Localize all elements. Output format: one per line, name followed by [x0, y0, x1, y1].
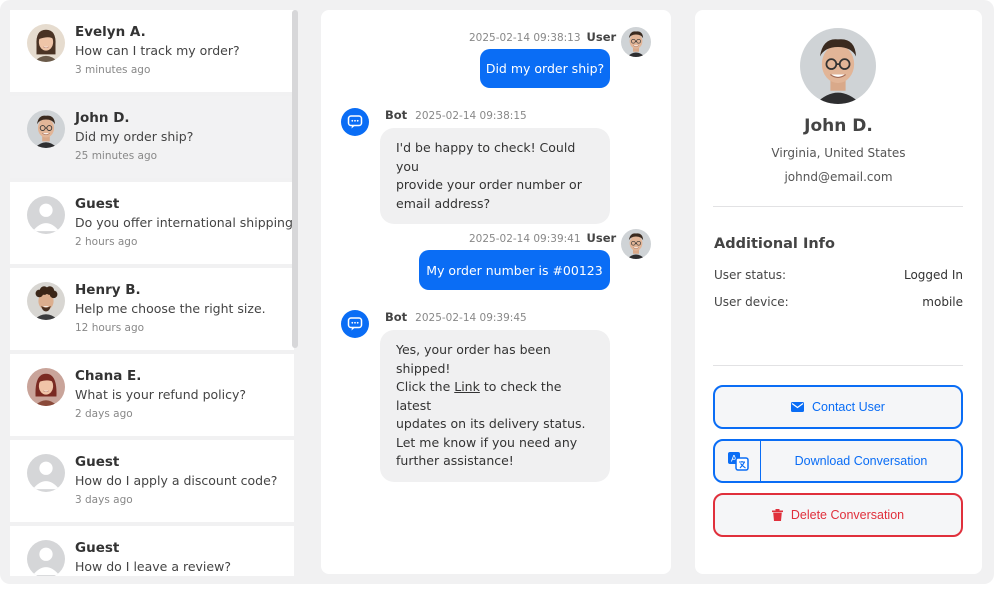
conversation-item[interactable]: Henry B. Help me choose the right size. …	[10, 268, 294, 350]
message-line: Yes, your order has been shipped!	[396, 342, 551, 376]
delete-conversation-button[interactable]: Delete Conversation	[713, 493, 963, 537]
bot-message-bubble: Yes, your order has been shipped! Click …	[380, 330, 610, 482]
conversation-item[interactable]: Guest How do I apply a discount code? 3 …	[10, 440, 294, 522]
envelope-icon	[791, 402, 805, 412]
conversation-preview: How do I apply a discount code?	[75, 473, 278, 488]
message-meta: Bot 2025-02-14 09:39:45	[385, 310, 527, 324]
conversation-time: 12 hours ago	[75, 322, 145, 334]
user-status-value: Logged In	[903, 268, 963, 282]
message-timestamp: 2025-02-14 09:39:41	[469, 233, 581, 245]
avatar	[27, 24, 65, 62]
conversation-name: John D.	[75, 110, 130, 126]
conversation-list-scrollbar[interactable]	[292, 10, 298, 348]
avatar	[27, 282, 65, 320]
bot-chat-icon	[341, 108, 369, 136]
conversation-time: 2 hours ago	[75, 236, 138, 248]
conversation-preview: How can I track my order?	[75, 43, 240, 58]
app-window: Evelyn A. How can I track my order? 3 mi…	[0, 0, 994, 584]
message-line: provide your order number or	[396, 177, 582, 192]
conversation-name: Evelyn A.	[75, 24, 146, 40]
divider	[713, 365, 963, 366]
message-timestamp: 2025-02-14 09:39:45	[415, 312, 527, 324]
message-timestamp: 2025-02-14 09:38:15	[415, 110, 527, 122]
message-line: Let me know if you need any	[396, 434, 578, 450]
conversation-name: Chana E.	[75, 368, 142, 384]
default-user-icon	[27, 540, 65, 576]
message-line: I'd be happy to check! Could you	[396, 140, 576, 174]
conversation-preview: Help me choose the right size.	[75, 301, 266, 316]
bot-chat-icon	[341, 310, 369, 338]
user-device-value: mobile	[922, 295, 963, 309]
conversation-name: Henry B.	[75, 282, 141, 298]
conversation-time: 3 minutes ago	[75, 64, 151, 76]
conversation-name: Guest	[75, 540, 120, 556]
conversation-item[interactable]: Chana E. What is your refund policy? 2 d…	[10, 354, 294, 436]
message-timestamp: 2025-02-14 09:38:13	[469, 32, 581, 44]
conversation-time: 3 days ago	[75, 494, 133, 506]
user-avatar	[621, 27, 651, 57]
conversation-preview: How do I leave a review?	[75, 559, 231, 574]
conversation-name: Guest	[75, 196, 120, 212]
profile-avatar	[800, 28, 876, 104]
contact-user-button[interactable]: Contact User	[713, 385, 963, 429]
contact-user-label: Contact User	[812, 400, 885, 414]
conversation-preview: Did my order ship?	[75, 129, 194, 144]
conversation-preview: Do you offer international shipping?	[75, 215, 294, 230]
download-conversation-label: Download Conversation	[794, 454, 928, 468]
additional-info-heading: Additional Info	[714, 236, 835, 252]
message-text: Click the	[396, 379, 455, 394]
message-sender: Bot	[385, 310, 408, 324]
conversation-list: Evelyn A. How can I track my order? 3 mi…	[10, 10, 294, 576]
user-message-bubble: My order number is #00123	[419, 250, 610, 290]
trash-icon	[771, 509, 783, 521]
delivery-status-link[interactable]: Link	[454, 379, 480, 394]
divider	[713, 206, 963, 207]
message-line: updates on its delivery status.	[396, 416, 586, 431]
message-sender: Bot	[385, 108, 408, 122]
user-device-row: User device: mobile	[714, 295, 963, 309]
default-user-icon	[27, 454, 65, 492]
avatar	[27, 110, 65, 148]
message-meta: 2025-02-14 09:38:13 User	[469, 30, 616, 44]
download-conversation-button[interactable]: A Download Conversation	[713, 439, 963, 483]
profile-name: John D.	[804, 116, 873, 136]
avatar	[27, 368, 65, 406]
conversation-item-active[interactable]: John D. Did my order ship? 25 minutes ag…	[10, 96, 294, 178]
message-sender: User	[586, 231, 617, 245]
message-line: Click the Link to check the latest	[396, 378, 594, 415]
message-meta: Bot 2025-02-14 09:38:15	[385, 108, 527, 122]
conversation-time: 25 minutes ago	[75, 150, 158, 162]
user-status-label: User status:	[714, 268, 787, 282]
profile-email: johnd@email.com	[784, 170, 893, 184]
conversation-item[interactable]: Guest Do you offer international shippin…	[10, 182, 294, 264]
conversation-name: Guest	[75, 454, 120, 470]
message-line: further assistance!	[396, 453, 514, 468]
user-status-row: User status: Logged In	[714, 268, 963, 282]
user-profile-panel: John D. Virginia, United States johnd@em…	[695, 10, 982, 574]
delete-conversation-label: Delete Conversation	[790, 508, 905, 522]
user-avatar	[621, 229, 651, 259]
message-sender: User	[586, 30, 617, 44]
bot-message-bubble: I'd be happy to check! Could you provide…	[380, 128, 610, 224]
conversation-time: 2 days ago	[75, 408, 133, 420]
chat-panel: 2025-02-14 09:38:13 User Did my order shi…	[321, 10, 671, 574]
conversation-item[interactable]: Guest How do I leave a review?	[10, 526, 294, 576]
conversation-preview: What is your refund policy?	[75, 387, 246, 402]
user-device-label: User device:	[714, 295, 789, 309]
message-meta: 2025-02-14 09:39:41 User	[469, 231, 616, 245]
message-line: email address?	[396, 195, 491, 211]
translate-icon: A	[715, 441, 761, 481]
user-message-bubble: Did my order ship?	[480, 49, 610, 88]
conversation-item[interactable]: Evelyn A. How can I track my order? 3 mi…	[10, 10, 294, 92]
default-user-icon	[27, 196, 65, 234]
profile-location: Virginia, United States	[771, 146, 906, 160]
